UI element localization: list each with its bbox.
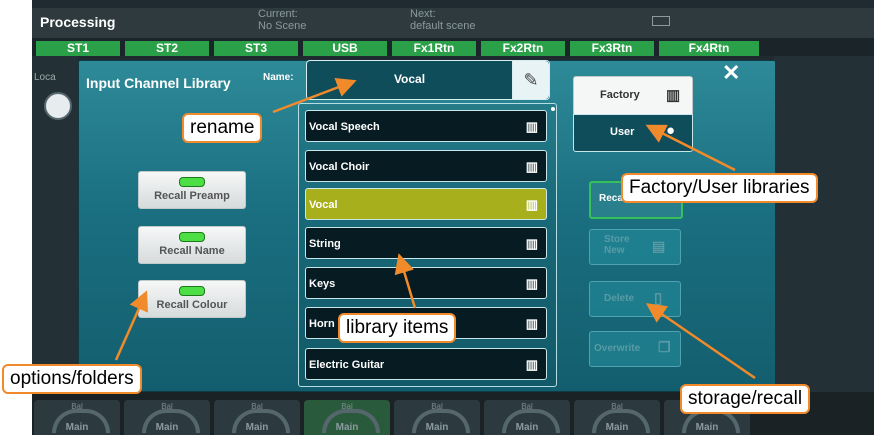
main-label[interactable]: Main xyxy=(304,422,390,433)
copy-icon: ❐ xyxy=(658,339,671,355)
next-scene-value: default scene xyxy=(410,20,476,32)
bal-label: Bal xyxy=(71,402,83,411)
recall-colour-toggle[interactable]: Recall Colour xyxy=(138,280,246,318)
library-items-callout: library items xyxy=(338,313,457,343)
bal-label: Bal xyxy=(161,402,173,411)
bal-label: Bal xyxy=(341,402,353,411)
list-item[interactable]: Keys ▥ xyxy=(305,267,547,299)
user-library-tab[interactable]: User ● xyxy=(573,114,693,152)
main-label[interactable]: Main xyxy=(214,422,300,433)
bal-label: Bal xyxy=(521,402,533,411)
led-indicator xyxy=(179,232,205,242)
knob-icon[interactable] xyxy=(44,92,72,120)
delete-label: Delete xyxy=(604,293,635,304)
channel-tab[interactable]: Fx1Rtn xyxy=(392,41,476,56)
left-panel: Loca xyxy=(32,56,78,392)
list-item[interactable]: Electric Guitar ▥ xyxy=(305,348,547,380)
option-label: Recall Name xyxy=(159,245,225,257)
factory-icon: ▥ xyxy=(525,236,538,251)
user-label: User xyxy=(610,126,635,138)
factory-icon: ▥ xyxy=(525,119,538,134)
recall-name-toggle[interactable]: Recall Name xyxy=(138,226,246,264)
factory-user-callout: Factory/User libraries xyxy=(621,173,818,203)
channel-tab[interactable]: ST3 xyxy=(214,41,298,56)
list-item[interactable]: Vocal Speech ▥ xyxy=(305,110,547,142)
item-label: String xyxy=(309,238,341,250)
main-label[interactable]: Main xyxy=(484,422,570,433)
list-item[interactable]: String ▥ xyxy=(305,227,547,259)
option-label: Recall Preamp xyxy=(154,190,230,202)
page-title: Processing xyxy=(40,14,116,30)
current-scene-label: Current: xyxy=(258,8,298,20)
factory-icon: ▥ xyxy=(525,197,538,212)
led-indicator xyxy=(179,177,205,187)
name-label: Name: xyxy=(263,72,294,83)
item-label: Vocal Speech xyxy=(309,121,380,133)
loca-label: Loca xyxy=(34,72,56,83)
trash-icon: ▯ xyxy=(654,290,663,307)
factory-icon: ▥ xyxy=(525,276,538,291)
option-label: Recall Colour xyxy=(156,299,228,311)
bal-label: Bal xyxy=(251,402,263,411)
factory-label: Factory xyxy=(600,89,640,101)
item-label: Vocal Choir xyxy=(309,161,370,173)
scrollbar[interactable] xyxy=(551,107,555,111)
overwrite-label: Overwrite xyxy=(594,343,641,354)
item-label: Vocal xyxy=(309,199,338,211)
save-icon: ▤ xyxy=(652,238,666,254)
store-new-label: Store New xyxy=(604,234,630,256)
channel-tab[interactable]: Fx2Rtn xyxy=(481,41,565,56)
channel-tab[interactable]: ST2 xyxy=(125,41,209,56)
list-item[interactable]: Vocal Choir ▥ xyxy=(305,150,547,182)
factory-icon: ▥ xyxy=(525,357,538,372)
led-indicator xyxy=(179,286,205,296)
item-label: Keys xyxy=(309,278,336,290)
bal-label: Bal xyxy=(431,402,443,411)
factory-icon: ▥ xyxy=(525,316,538,331)
next-scene-label: Next: xyxy=(410,8,436,20)
channel-bar: ST1 ST2 ST3 USB Fx1Rtn Fx2Rtn Fx3Rtn Fx4… xyxy=(32,38,874,56)
pencil-icon[interactable]: ✎ xyxy=(512,61,549,99)
bal-label: Bal xyxy=(611,402,623,411)
name-value[interactable]: Vocal xyxy=(307,72,512,86)
main-label[interactable]: Main xyxy=(394,422,480,433)
channel-tab[interactable]: Fx4Rtn xyxy=(659,41,759,56)
options-callout: options/folders xyxy=(2,364,142,394)
factory-icon: ▥ xyxy=(525,159,538,174)
factory-library-tab[interactable]: Factory ▥ xyxy=(573,76,693,116)
channel-tab[interactable]: Fx3Rtn xyxy=(570,41,654,56)
dialog-title: Input Channel Library xyxy=(86,75,231,91)
main-label[interactable]: Main xyxy=(664,422,750,433)
library-list[interactable]: Vocal Speech ▥ Vocal Choir ▥ Vocal ▥ String… xyxy=(298,103,557,387)
channel-tab[interactable]: USB xyxy=(303,41,387,56)
channel-tab[interactable]: ST1 xyxy=(36,41,120,56)
rename-callout: rename xyxy=(182,113,263,143)
main-label[interactable]: Main xyxy=(574,422,660,433)
close-icon[interactable]: ✕ xyxy=(722,60,740,86)
item-label: Horn xyxy=(309,318,335,330)
name-field[interactable]: Vocal ✎ xyxy=(306,60,550,100)
overwrite-button[interactable]: Overwrite ❐ xyxy=(589,331,681,367)
main-label[interactable]: Main xyxy=(34,422,120,433)
main-label[interactable]: Main xyxy=(124,422,210,433)
right-panel xyxy=(774,56,874,392)
list-item-selected[interactable]: Vocal ▥ xyxy=(305,188,547,220)
user-icon: ● xyxy=(666,122,676,139)
item-label: Electric Guitar xyxy=(309,359,385,371)
factory-icon: ▥ xyxy=(666,87,681,104)
current-scene-value: No Scene xyxy=(258,20,307,32)
store-new-button[interactable]: Store New ▤ xyxy=(589,229,681,265)
top-bar: Processing Current: No Scene Next: defau… xyxy=(32,8,874,39)
storage-callout: storage/recall xyxy=(680,384,811,414)
battery-icon xyxy=(652,16,670,26)
delete-button[interactable]: Delete ▯ xyxy=(589,281,681,317)
recall-preamp-toggle[interactable]: Recall Preamp xyxy=(138,171,246,209)
